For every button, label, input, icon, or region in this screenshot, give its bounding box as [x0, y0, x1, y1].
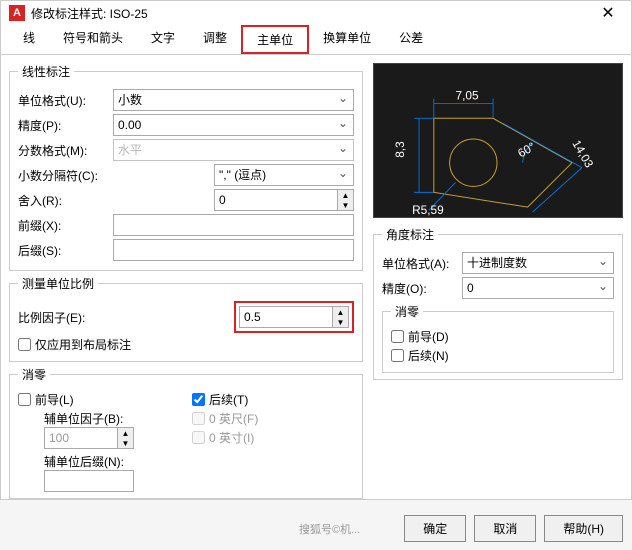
leading-checkbox[interactable] — [18, 393, 31, 406]
left-column: 线性标注 单位格式(U):小数 精度(P):0.00 分数格式(M):水平 小数… — [9, 63, 363, 499]
sub-suffix-label: 辅单位后缀(N): — [44, 453, 180, 470]
scale-legend: 测量单位比例 — [18, 275, 98, 292]
zero-suppress-group: 消零 前导(L) 辅单位因子(B): ▲▼ 辅单位后缀(N): 后续(T) 0 — [9, 366, 363, 499]
unit-format-select[interactable]: 小数 — [113, 89, 354, 111]
inch-label: 0 英寸(I) — [209, 429, 254, 446]
tab-fit[interactable]: 调整 — [189, 25, 241, 54]
tab-tolerances[interactable]: 公差 — [385, 25, 437, 54]
dimension-preview: 7,05 8,3 R5,59 60° 14,03 — [373, 63, 623, 218]
round-down-icon[interactable]: ▼ — [338, 200, 353, 210]
tab-strip: 线 符号和箭头 文字 调整 主单位 换算单位 公差 — [1, 25, 631, 55]
round-label: 舍入(R): — [18, 192, 113, 209]
prefix-input[interactable] — [113, 214, 354, 236]
frac-format-select: 水平 — [113, 139, 354, 161]
angle-prec-select[interactable]: 0 — [462, 277, 614, 299]
close-button[interactable]: ✕ — [593, 1, 623, 25]
round-up-icon[interactable]: ▲ — [338, 190, 353, 200]
subf-up-icon: ▲ — [118, 428, 133, 438]
frac-format-label: 分数格式(M): — [18, 142, 113, 159]
modify-dim-style-dialog: A 修改标注样式: ISO-25 ✕ 线 符号和箭头 文字 调整 主单位 换算单… — [0, 0, 632, 500]
tab-alt-units[interactable]: 换算单位 — [309, 25, 385, 54]
feet-label: 0 英尺(F) — [209, 410, 258, 427]
svg-text:R5,59: R5,59 — [412, 203, 444, 217]
subf-down-icon: ▼ — [118, 438, 133, 448]
prefix-label: 前缀(X): — [18, 217, 113, 234]
angle-prec-label: 精度(O): — [382, 280, 462, 297]
svg-text:8,3: 8,3 — [393, 141, 407, 158]
round-input[interactable] — [214, 189, 338, 211]
angle-unit-label: 单位格式(A): — [382, 255, 462, 272]
cancel-button[interactable]: 取消 — [474, 515, 536, 542]
angle-zero-legend: 消零 — [391, 303, 423, 320]
svg-text:60°: 60° — [515, 139, 538, 160]
help-button[interactable]: 帮助(H) — [544, 515, 623, 542]
svg-text:7,05: 7,05 — [456, 89, 479, 103]
feet-checkbox — [192, 412, 205, 425]
angle-unit-select[interactable]: 十进制度数 — [462, 252, 614, 274]
linear-group: 线性标注 单位格式(U):小数 精度(P):0.00 分数格式(M):水平 小数… — [9, 63, 363, 271]
dialog-footer: 搜狐号©机... 确定 取消 帮助(H) — [1, 507, 631, 550]
precision-label: 精度(P): — [18, 117, 113, 134]
angle-trailing-checkbox[interactable] — [391, 349, 404, 362]
layout-only-label: 仅应用到布局标注 — [35, 336, 131, 353]
angle-legend: 角度标注 — [382, 226, 438, 243]
app-icon: A — [9, 5, 25, 21]
sub-factor-label: 辅单位因子(B): — [44, 410, 180, 427]
dec-sep-select[interactable]: "," (逗点) — [214, 164, 354, 186]
sub-factor-input — [44, 427, 118, 449]
tab-symbols[interactable]: 符号和箭头 — [49, 25, 137, 54]
scale-down-icon[interactable]: ▼ — [333, 317, 348, 327]
right-column: 7,05 8,3 R5,59 60° 14,03 角度标注 单位格式(A):十进… — [373, 63, 623, 499]
watermark: 搜狐号©机... — [299, 521, 360, 537]
unit-format-label: 单位格式(U): — [18, 92, 113, 109]
zero-legend: 消零 — [18, 366, 50, 383]
scale-factor-input[interactable] — [239, 306, 333, 328]
dec-sep-label: 小数分隔符(C): — [18, 167, 113, 184]
tab-primary-units[interactable]: 主单位 — [241, 25, 309, 54]
trailing-checkbox[interactable] — [192, 393, 205, 406]
linear-legend: 线性标注 — [18, 63, 74, 80]
angle-zero-group: 消零 前导(D) 后续(N) — [382, 303, 614, 373]
inch-checkbox — [192, 431, 205, 444]
svg-text:14,03: 14,03 — [569, 137, 596, 170]
layout-only-checkbox[interactable] — [18, 338, 31, 351]
angle-group: 角度标注 单位格式(A):十进制度数 精度(O):0 消零 前导(D) 后续(N… — [373, 226, 623, 380]
tab-lines[interactable]: 线 — [9, 25, 49, 54]
angle-leading-label: 前导(D) — [408, 328, 449, 345]
suffix-label: 后缀(S): — [18, 242, 113, 259]
sub-suffix-input — [44, 470, 134, 492]
angle-leading-checkbox[interactable] — [391, 330, 404, 343]
ok-button[interactable]: 确定 — [404, 515, 466, 542]
scale-up-icon[interactable]: ▲ — [333, 307, 348, 317]
leading-label: 前导(L) — [35, 391, 74, 408]
tab-text[interactable]: 文字 — [137, 25, 189, 54]
dialog-title: 修改标注样式: ISO-25 — [31, 5, 593, 22]
titlebar: A 修改标注样式: ISO-25 ✕ — [1, 1, 631, 25]
dialog-content: 线性标注 单位格式(U):小数 精度(P):0.00 分数格式(M):水平 小数… — [1, 55, 631, 507]
angle-trailing-label: 后续(N) — [408, 347, 449, 364]
scale-group: 测量单位比例 比例因子(E): ▲▼ 仅应用到布局标注 — [9, 275, 363, 362]
suffix-input[interactable] — [113, 239, 354, 261]
precision-select[interactable]: 0.00 — [113, 114, 354, 136]
scale-factor-label: 比例因子(E): — [18, 309, 113, 326]
trailing-label: 后续(T) — [209, 391, 248, 408]
